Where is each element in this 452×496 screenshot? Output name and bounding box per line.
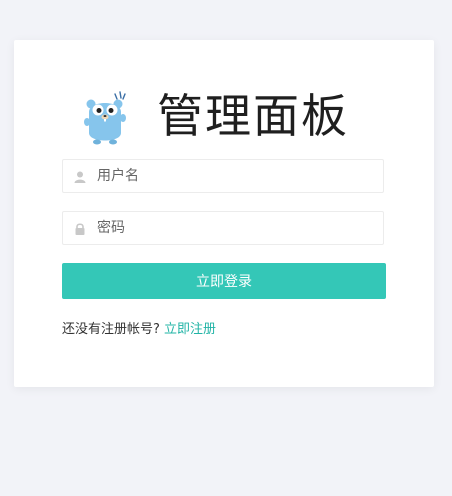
register-link[interactable]: 立即注册 <box>164 322 216 337</box>
password-input[interactable] <box>97 212 377 244</box>
gopher-logo <box>84 91 126 145</box>
user-icon <box>74 171 86 183</box>
username-input[interactable] <box>97 160 377 192</box>
register-prompt-text: 还没有注册帐号? <box>62 322 165 337</box>
login-button[interactable]: 立即登录 <box>62 263 386 299</box>
lock-icon <box>75 223 85 235</box>
password-field[interactable] <box>62 211 384 245</box>
username-field[interactable] <box>62 159 384 193</box>
page-title: 管理面板 <box>157 89 349 143</box>
register-prompt: 还没有注册帐号? 立即注册 <box>62 318 216 337</box>
login-card: 管理面板 立即登录 还没有注册帐号? 立即注册 <box>14 40 434 387</box>
header: 管理面板 <box>80 84 370 148</box>
